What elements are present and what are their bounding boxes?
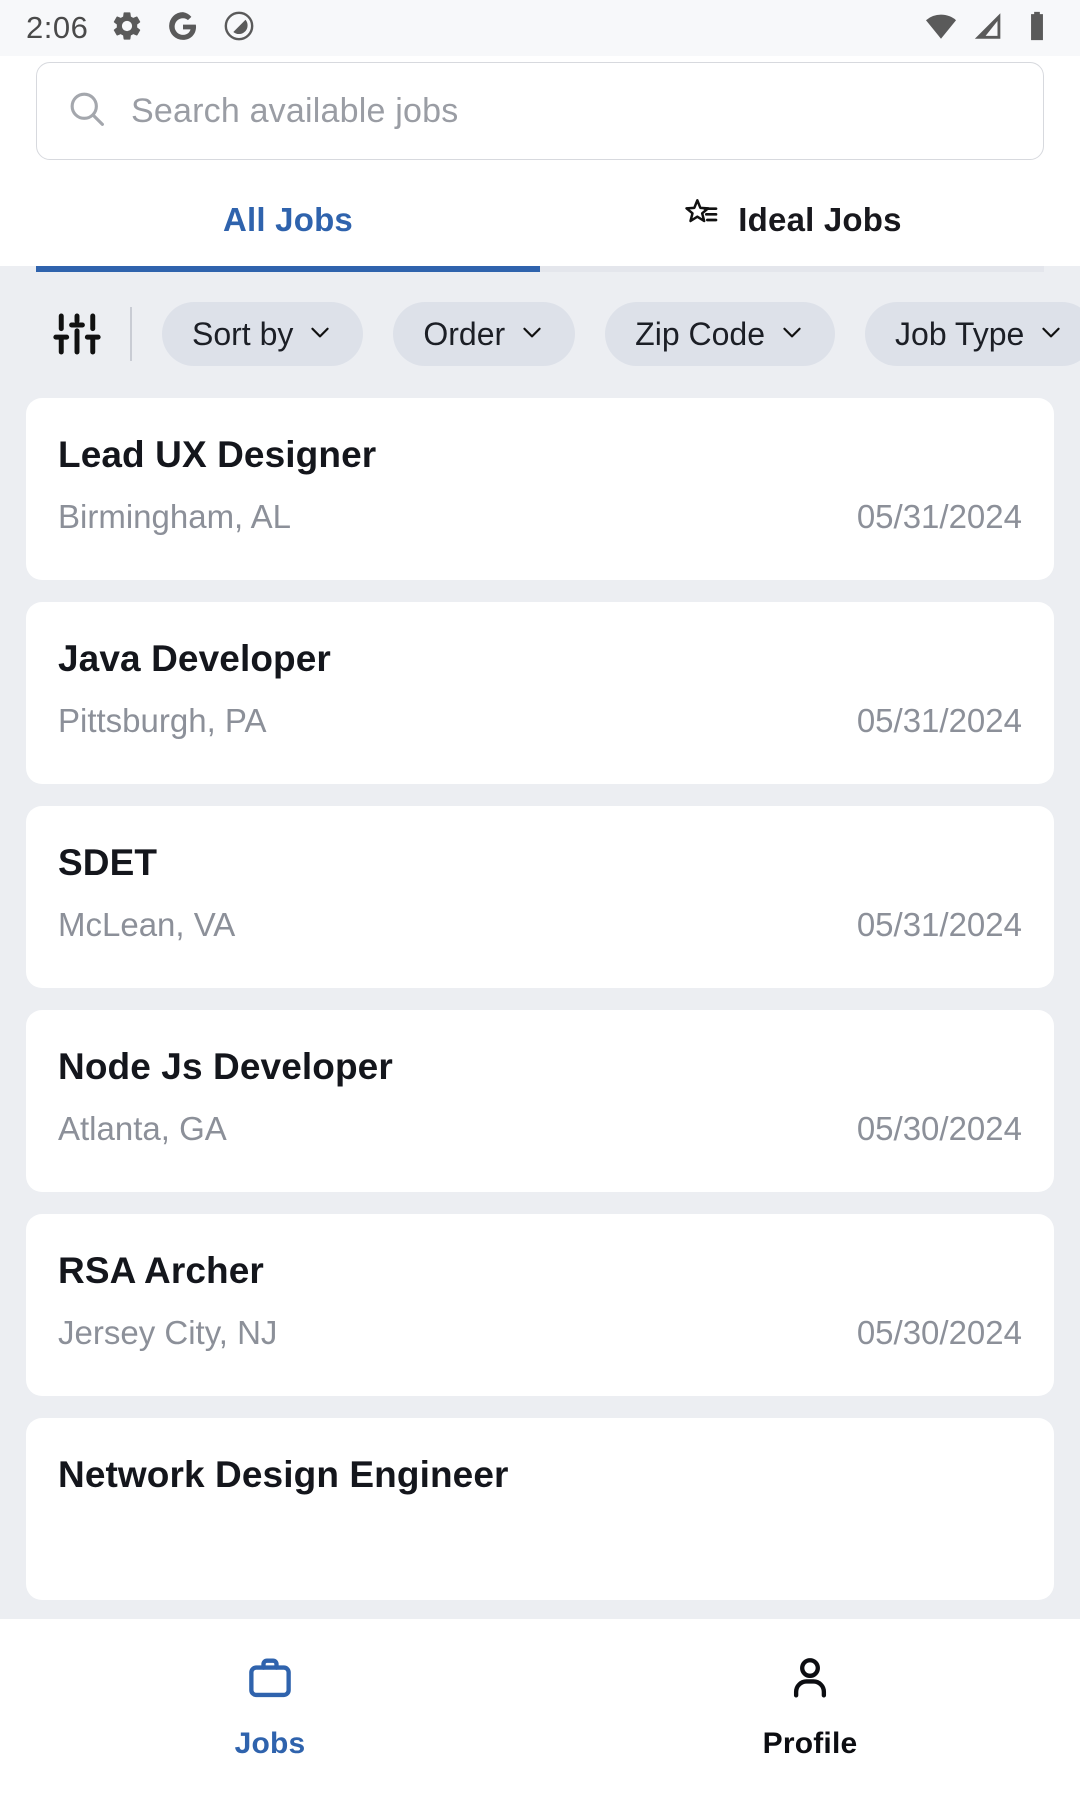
nav-item-jobs-label: Jobs xyxy=(234,1726,306,1760)
tune-sliders-icon[interactable] xyxy=(0,307,130,361)
chip-job-type[interactable]: Job Type xyxy=(865,302,1080,366)
job-meta: Atlanta, GA 05/30/2024 xyxy=(58,1110,1022,1148)
job-location: McLean, VA xyxy=(58,906,236,943)
chevron-down-icon xyxy=(779,316,805,353)
chevron-down-icon xyxy=(1038,316,1064,353)
filter-divider xyxy=(130,307,132,361)
job-title: Node Js Developer xyxy=(58,1046,393,1087)
briefcase-icon xyxy=(244,1652,296,1709)
star-list-icon xyxy=(682,196,722,244)
job-meta: Jersey City, NJ 05/30/2024 xyxy=(58,1314,1022,1352)
nav-item-profile[interactable]: Profile xyxy=(540,1652,1080,1761)
job-location: Pittsburgh, PA xyxy=(58,702,267,739)
nav-item-profile-label: Profile xyxy=(762,1726,858,1760)
chip-job-type-label: Job Type xyxy=(895,315,1025,352)
search-input[interactable]: Search available jobs xyxy=(36,62,1044,160)
job-date: 05/30/2024 xyxy=(856,1314,1022,1351)
chip-order[interactable]: Order xyxy=(393,302,576,366)
chip-zip-code[interactable]: Zip Code xyxy=(605,302,836,366)
job-card[interactable]: RSA Archer Jersey City, NJ 05/30/2024 xyxy=(26,1214,1054,1396)
job-meta: McLean, VA 05/31/2024 xyxy=(58,906,1022,944)
chip-sort-by[interactable]: Sort by xyxy=(162,302,364,366)
bottom-navigation: Jobs Profile xyxy=(0,1617,1080,1793)
filter-bar: Sort by Order Zip Code Job Type xyxy=(0,272,1080,398)
chevron-down-icon xyxy=(519,316,545,353)
job-location: Birmingham, AL xyxy=(58,498,291,535)
job-title: Network Design Engineer xyxy=(58,1454,509,1495)
chip-sort-by-label: Sort by xyxy=(192,315,294,352)
cellular-signal-icon xyxy=(972,9,1006,48)
status-bar-left: 2:06 xyxy=(26,9,256,48)
job-card[interactable]: Network Design Engineer xyxy=(26,1418,1054,1600)
job-location: Atlanta, GA xyxy=(58,1110,227,1147)
tab-all-jobs-label: All Jobs xyxy=(223,201,353,238)
search-icon xyxy=(65,87,109,136)
job-title: RSA Archer xyxy=(58,1250,264,1291)
status-time: 2:06 xyxy=(26,10,89,45)
job-card[interactable]: Node Js Developer Atlanta, GA 05/30/2024 xyxy=(26,1010,1054,1192)
status-bar: 2:06 xyxy=(0,0,1080,56)
chip-order-label: Order xyxy=(423,315,506,352)
tab-all-jobs[interactable]: All Jobs xyxy=(36,174,540,266)
job-location: Jersey City, NJ xyxy=(58,1314,278,1351)
job-card[interactable]: SDET McLean, VA 05/31/2024 xyxy=(26,806,1054,988)
tab-ideal-jobs[interactable]: Ideal Jobs xyxy=(540,174,1044,266)
filter-chips: Sort by Order Zip Code Job Type xyxy=(162,302,1080,366)
job-meta: Birmingham, AL 05/31/2024 xyxy=(58,498,1022,536)
search-bar-container: Search available jobs xyxy=(0,56,1080,174)
person-icon xyxy=(784,1652,836,1709)
app-root: 2:06 Search available jobs All Jobs Idea… xyxy=(0,0,1080,1793)
job-title: SDET xyxy=(58,842,158,883)
tab-ideal-jobs-label: Ideal Jobs xyxy=(738,201,902,238)
google-g-icon xyxy=(166,9,200,48)
job-date: 05/30/2024 xyxy=(856,1110,1022,1147)
wifi-icon xyxy=(924,9,958,48)
job-date: 05/31/2024 xyxy=(856,498,1022,535)
job-date: 05/31/2024 xyxy=(856,702,1022,739)
nav-item-jobs[interactable]: Jobs xyxy=(0,1652,540,1761)
tab-bar: All Jobs Ideal Jobs xyxy=(0,174,1080,266)
gear-icon xyxy=(110,9,144,48)
job-meta: Pittsburgh, PA 05/31/2024 xyxy=(58,702,1022,740)
job-title: Lead UX Designer xyxy=(58,434,377,475)
job-date: 05/31/2024 xyxy=(856,906,1022,943)
adblock-icon xyxy=(222,9,256,48)
job-list[interactable]: Lead UX Designer Birmingham, AL 05/31/20… xyxy=(0,398,1080,1617)
status-bar-right xyxy=(924,9,1054,48)
search-placeholder: Search available jobs xyxy=(131,91,459,130)
job-card[interactable]: Lead UX Designer Birmingham, AL 05/31/20… xyxy=(26,398,1054,580)
job-card[interactable]: Java Developer Pittsburgh, PA 05/31/2024 xyxy=(26,602,1054,784)
battery-icon xyxy=(1020,9,1054,48)
chip-zip-code-label: Zip Code xyxy=(635,315,766,352)
job-title: Java Developer xyxy=(58,638,331,679)
chevron-down-icon xyxy=(307,316,333,353)
